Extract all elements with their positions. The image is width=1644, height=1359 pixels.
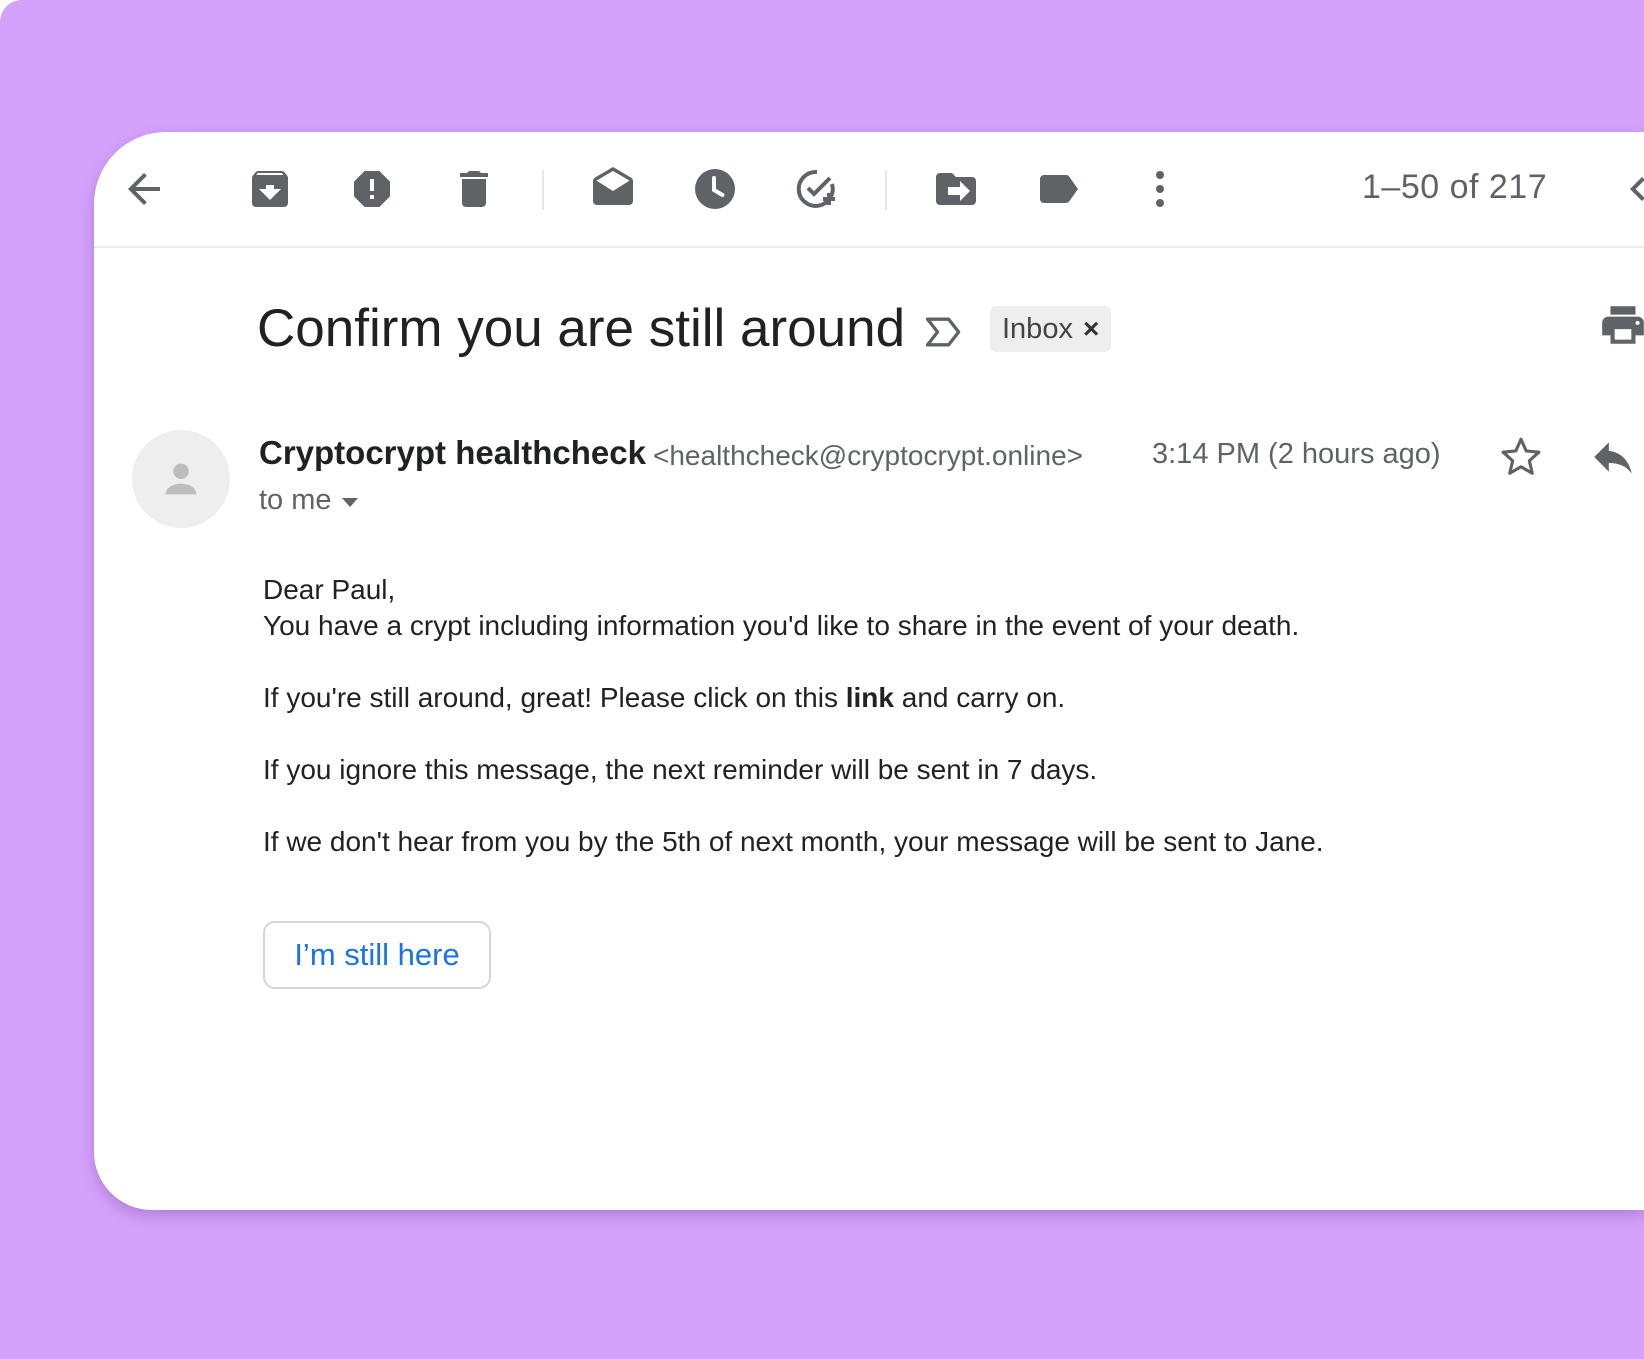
print-icon[interactable] — [1598, 300, 1644, 350]
body-paragraph: You have a crypt including information y… — [263, 610, 1300, 641]
pagination-count: 1–50 of 217 — [1362, 168, 1548, 206]
label-icon[interactable] — [1032, 163, 1084, 215]
recipient-dropdown[interactable]: to me — [259, 484, 358, 517]
email-card: 1–50 of 217 Confirm you are still around… — [94, 132, 1644, 1210]
star-icon[interactable] — [1496, 432, 1546, 482]
email-timestamp: 3:14 PM (2 hours ago) — [1152, 438, 1441, 470]
reply-icon[interactable] — [1588, 432, 1638, 482]
email-body: Dear Paul, You have a crypt including in… — [263, 572, 1563, 860]
chevron-down-icon — [341, 498, 358, 507]
toolbar-divider — [885, 170, 887, 210]
label-name: Inbox — [1002, 312, 1073, 345]
sender-name: Cryptocrypt healthcheck — [259, 434, 646, 471]
back-arrow-icon[interactable] — [118, 163, 170, 215]
archive-icon[interactable] — [244, 163, 296, 215]
toolbar-divider — [542, 170, 544, 210]
still-here-button[interactable]: I’m still here — [263, 921, 491, 989]
snooze-icon[interactable] — [689, 163, 741, 215]
background-frame: 1–50 of 217 Confirm you are still around… — [0, 0, 1644, 1359]
recipient-label: to me — [259, 484, 332, 516]
sender-avatar — [132, 430, 230, 528]
remove-label-icon[interactable]: × — [1083, 313, 1099, 345]
email-subject: Confirm you are still around — [257, 299, 906, 358]
importance-marker-icon[interactable] — [922, 310, 966, 354]
body-paragraph: If you're still around, great! Please cl… — [263, 680, 1563, 716]
more-icon[interactable] — [1134, 163, 1186, 215]
move-to-icon[interactable] — [930, 163, 982, 215]
person-icon — [165, 463, 197, 495]
greeting: Dear Paul, — [263, 574, 396, 605]
body-text: If you're still around, great! Please cl… — [263, 682, 846, 713]
body-paragraph: If we don't hear from you by the 5th of … — [263, 826, 1324, 857]
report-spam-icon[interactable] — [346, 163, 398, 215]
body-paragraph: If you ignore this message, the next rem… — [263, 754, 1098, 785]
mark-unread-icon[interactable] — [587, 163, 639, 215]
delete-icon[interactable] — [448, 163, 500, 215]
body-text: and carry on. — [893, 682, 1066, 713]
email-toolbar: 1–50 of 217 — [94, 132, 1644, 248]
inbox-label-chip: Inbox × — [990, 306, 1112, 352]
add-task-icon[interactable] — [791, 163, 843, 215]
confirm-link[interactable]: link — [846, 682, 894, 713]
sender-email: <healthcheck@cryptocrypt.online> — [653, 440, 1083, 471]
chevron-left-icon[interactable] — [1612, 163, 1644, 215]
